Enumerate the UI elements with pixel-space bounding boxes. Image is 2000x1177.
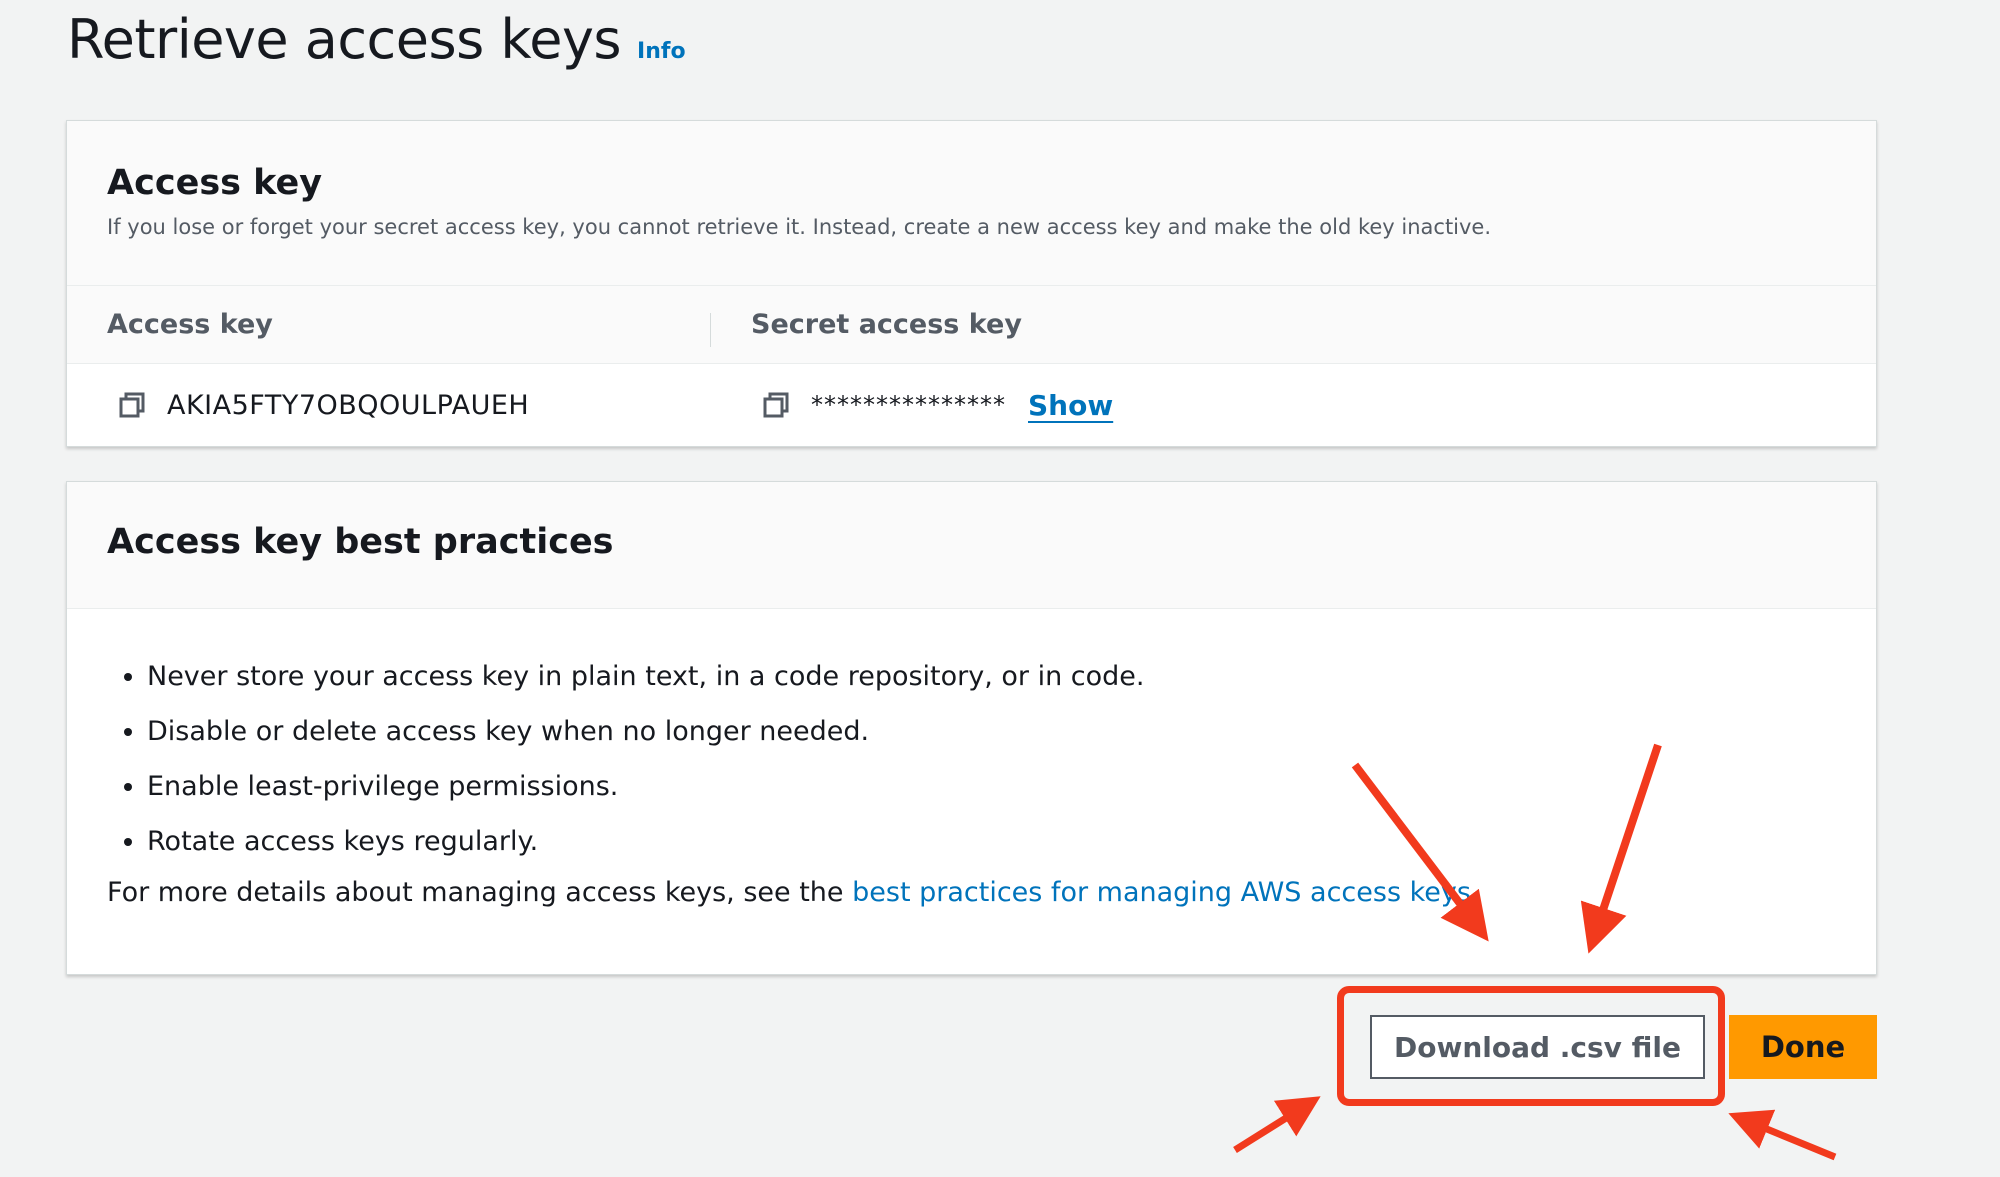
best-practices-panel-title: Access key best practices bbox=[107, 522, 614, 562]
list-item: Rotate access keys regularly. bbox=[147, 814, 1836, 869]
access-key-panel-header: Access key If you lose or forget your se… bbox=[67, 121, 1876, 286]
access-key-panel-title: Access key bbox=[107, 163, 323, 203]
key-table-header: Access key Secret access key bbox=[67, 286, 1876, 364]
key-table-row: AKIA5FTY7OBQOULPAUEH *************** Sho… bbox=[67, 364, 1876, 446]
secret-key-column-label: Secret access key bbox=[751, 309, 1022, 340]
copy-access-key-icon[interactable] bbox=[117, 390, 147, 420]
more-details-text: For more details about managing access k… bbox=[107, 877, 1836, 908]
copy-secret-key-icon[interactable] bbox=[761, 390, 791, 420]
best-practices-list: Never store your access key in plain tex… bbox=[107, 649, 1836, 869]
annotation-arrow-bottom-left bbox=[1233, 1096, 1321, 1153]
info-link[interactable]: Info bbox=[637, 39, 686, 64]
access-key-column-label: Access key bbox=[107, 309, 273, 340]
page-header: Retrieve access keys Info bbox=[67, 8, 686, 71]
secret-key-masked-value: *************** bbox=[811, 391, 1006, 419]
done-button[interactable]: Done bbox=[1729, 1015, 1877, 1079]
annotation-arrow-bottom-right bbox=[1728, 1109, 1837, 1161]
best-practices-panel-header: Access key best practices bbox=[67, 482, 1876, 609]
more-details-prefix: For more details about managing access k… bbox=[107, 877, 853, 908]
page-title: Retrieve access keys bbox=[67, 8, 622, 71]
more-details-suffix: . bbox=[1470, 877, 1480, 908]
list-item: Disable or delete access key when no lon… bbox=[147, 704, 1836, 759]
best-practices-link[interactable]: best practices for managing AWS access k… bbox=[852, 877, 1471, 908]
list-item: Never store your access key in plain tex… bbox=[147, 649, 1836, 704]
access-key-panel-description: If you lose or forget your secret access… bbox=[107, 215, 1492, 239]
access-key-value: AKIA5FTY7OBQOULPAUEH bbox=[167, 389, 530, 421]
list-item: Enable least-privilege permissions. bbox=[147, 759, 1836, 814]
best-practices-panel: Access key best practices Never store yo… bbox=[66, 481, 1877, 975]
best-practices-body: Never store your access key in plain tex… bbox=[67, 609, 1876, 908]
access-key-panel: Access key If you lose or forget your se… bbox=[66, 120, 1877, 447]
show-secret-key-link[interactable]: Show bbox=[1028, 389, 1113, 422]
download-csv-button[interactable]: Download .csv file bbox=[1370, 1015, 1705, 1079]
